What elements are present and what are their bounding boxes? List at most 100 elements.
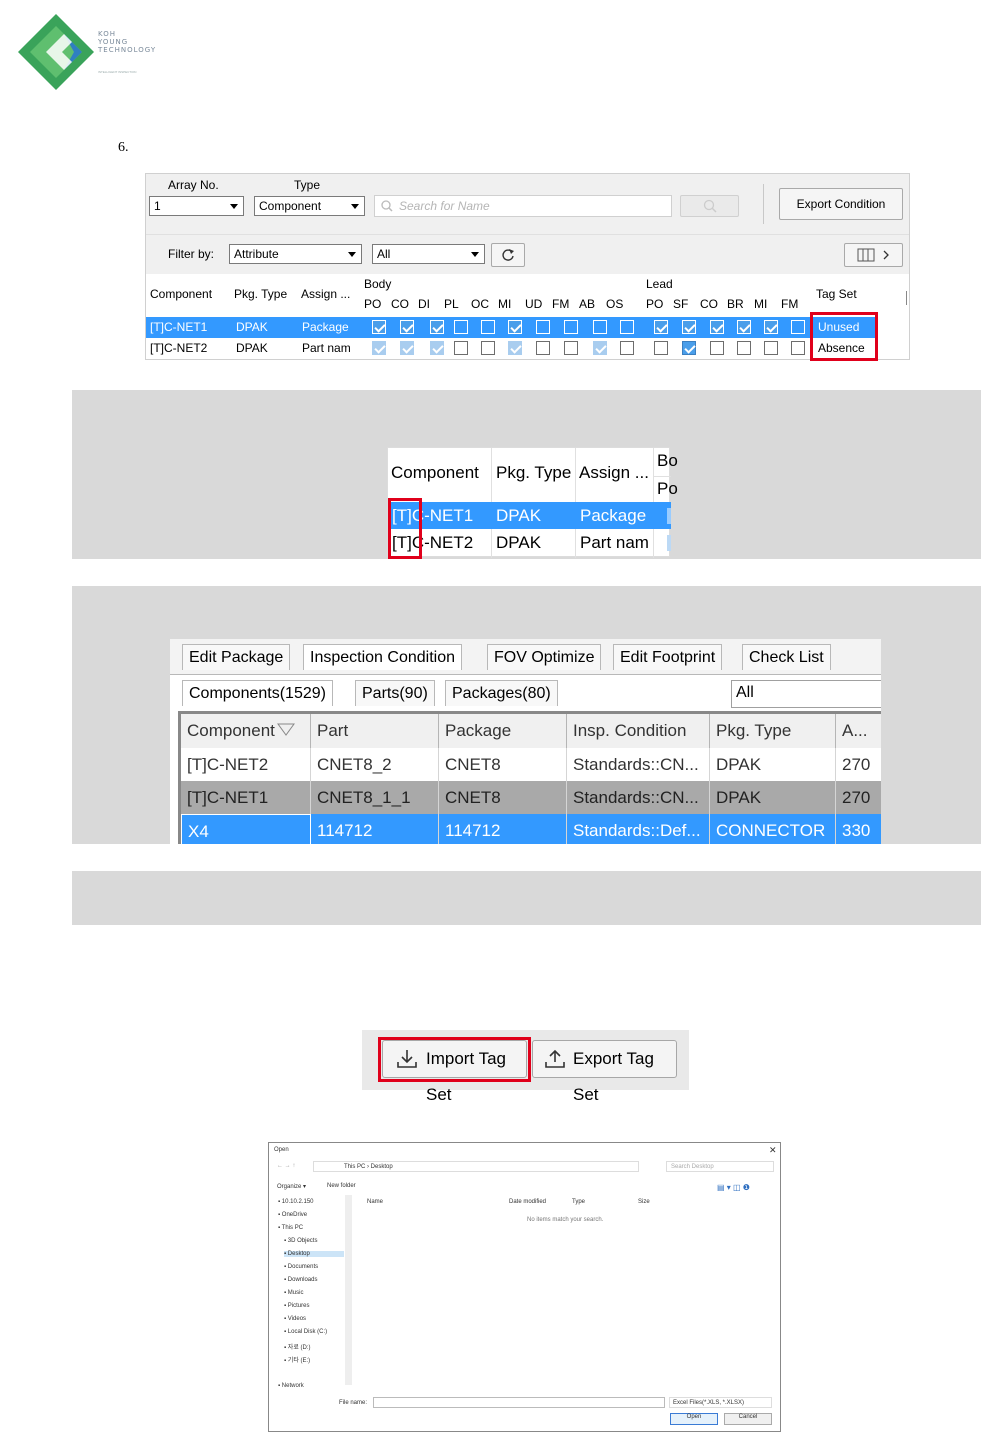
body-checkbox[interactable] (372, 320, 386, 334)
nav-item[interactable]: ▪ 10.10.2.150 (278, 1199, 314, 1205)
export-condition-button[interactable]: Export Condition (779, 188, 903, 220)
col-package[interactable]: Package (439, 714, 567, 748)
column-chooser-button[interactable] (844, 243, 903, 267)
col-group-lead: Lead (646, 277, 673, 291)
cancel-button[interactable]: Cancel (724, 1413, 772, 1425)
body-checkbox[interactable] (620, 320, 634, 334)
logo-tagline: INTELLIGENT INSPECTION (98, 70, 137, 74)
body-checkbox[interactable] (400, 341, 414, 355)
nav-item[interactable]: ▪ Local Disk (C:) (284, 1329, 327, 1335)
lead-checkbox[interactable] (737, 341, 751, 355)
new-folder-button[interactable]: New folder (327, 1183, 356, 1189)
col-body-fm: FM (552, 297, 570, 311)
col-part[interactable]: Part (311, 714, 439, 748)
table-cell: DPAK (710, 748, 836, 781)
tab-edit-package[interactable]: Edit Package (182, 644, 291, 670)
body-checkbox[interactable] (620, 341, 634, 355)
col-angle[interactable]: A... (836, 714, 881, 748)
nav-item[interactable]: ▪ Documents (284, 1264, 318, 1270)
search-input[interactable]: Search for Name (374, 195, 672, 217)
nav-item[interactable]: ▪ Music (284, 1290, 303, 1296)
logo-text: KOH YOUNG TECHNOLOGY (98, 30, 157, 54)
open-button[interactable]: Open (670, 1413, 718, 1425)
nav-item[interactable]: ▪ 자료 (D:) (284, 1342, 311, 1351)
col-insp-condition[interactable]: Insp. Condition (567, 714, 710, 748)
nav-item[interactable]: ▪ 3D Objects (284, 1238, 317, 1244)
filter-select[interactable]: Attribute (229, 244, 362, 264)
view-options-icon[interactable]: ▤ ▾ ◫ ❶ (717, 1183, 750, 1192)
col-name[interactable]: Name (367, 1199, 383, 1205)
body-checkbox[interactable] (508, 320, 522, 334)
tab-inspection-condition[interactable]: Inspection Condition (303, 644, 462, 670)
col-type[interactable]: Type (572, 1199, 585, 1205)
nav-item[interactable]: ▪ 기타 (E:) (284, 1355, 310, 1364)
nav-scrollbar[interactable] (345, 1195, 352, 1385)
array-no-select[interactable]: 1 (149, 196, 244, 216)
body-checkbox[interactable] (564, 320, 578, 334)
col-size[interactable]: Size (638, 1199, 650, 1205)
body-checkbox[interactable] (593, 341, 607, 355)
lead-checkbox[interactable] (791, 341, 805, 355)
tab-check-list[interactable]: Check List (742, 644, 831, 670)
nav-item[interactable]: ▪ This PC (278, 1225, 303, 1231)
body-checkbox[interactable] (430, 320, 444, 334)
export-tag-set-button[interactable]: Export Tag Set (532, 1040, 677, 1104)
body-checkbox[interactable] (593, 320, 607, 334)
lead-checkbox[interactable] (682, 341, 696, 355)
body-checkbox[interactable] (481, 320, 495, 334)
component-grid: Component Pkg. Type Assign ... Body Lead… (146, 274, 909, 361)
lead-checkbox[interactable] (682, 320, 696, 334)
col-body-co: CO (391, 297, 409, 311)
lead-checkbox[interactable] (654, 341, 668, 355)
body-checkbox[interactable] (454, 320, 468, 334)
file-name-input[interactable] (373, 1397, 665, 1408)
lead-checkbox[interactable] (764, 341, 778, 355)
table-cell: CNET8_2 (311, 748, 439, 781)
search-icon (703, 199, 717, 213)
table-cell: CONNECTOR (710, 814, 836, 844)
organize-button[interactable]: Organize ▾ (277, 1183, 306, 1190)
search-input[interactable]: Search Desktop (666, 1161, 774, 1172)
address-bar[interactable]: This PC › Desktop (313, 1161, 639, 1172)
search-button[interactable] (680, 195, 739, 217)
nav-arrows-icon[interactable]: ← → ↑ (277, 1163, 295, 1169)
lead-checkbox[interactable] (710, 341, 724, 355)
tab-parts[interactable]: Parts(90) (355, 680, 435, 706)
type-select[interactable]: Component (254, 196, 365, 216)
col-pkg-type[interactable]: Pkg. Type (710, 714, 836, 748)
close-icon[interactable]: ✕ (769, 1145, 777, 1156)
lead-checkbox[interactable] (710, 320, 724, 334)
body-checkbox[interactable] (564, 341, 578, 355)
file-type-select[interactable]: Excel Files(*.XLS, *.XLSX) (669, 1397, 772, 1408)
filter-value-select[interactable]: All (372, 244, 485, 264)
body-checkbox[interactable] (454, 341, 468, 355)
body-checkbox[interactable] (536, 320, 550, 334)
lead-checkbox[interactable] (654, 320, 668, 334)
lead-checkbox[interactable] (737, 320, 751, 334)
nav-item[interactable]: ▪ Network (278, 1383, 304, 1389)
col-component[interactable]: Component (181, 714, 311, 748)
body-checkbox[interactable] (400, 320, 414, 334)
lead-checkbox[interactable] (791, 320, 805, 334)
chevron-down-icon (471, 252, 479, 257)
lead-checkbox[interactable] (764, 320, 778, 334)
divider (763, 184, 764, 224)
tab-packages[interactable]: Packages(80) (445, 680, 558, 706)
body-checkbox[interactable] (536, 341, 550, 355)
highlight-box (388, 498, 422, 559)
nav-item[interactable]: ▪ Videos (284, 1316, 306, 1322)
body-checkbox[interactable] (372, 341, 386, 355)
tab-fov-optimize[interactable]: FOV Optimize (487, 644, 602, 670)
tab-edit-footprint[interactable]: Edit Footprint (613, 644, 723, 670)
col-date[interactable]: Date modified (509, 1199, 546, 1205)
tab-components[interactable]: Components(1529) (182, 680, 333, 706)
body-checkbox[interactable] (508, 341, 522, 355)
body-checkbox[interactable] (481, 341, 495, 355)
refresh-button[interactable] (491, 243, 525, 267)
body-checkbox[interactable] (430, 341, 444, 355)
nav-item[interactable]: ▪ Desktop (284, 1251, 344, 1257)
filter-select[interactable]: All (731, 680, 881, 708)
nav-item[interactable]: ▪ Downloads (284, 1277, 317, 1283)
nav-item[interactable]: ▪ OneDrive (278, 1212, 307, 1218)
nav-item[interactable]: ▪ Pictures (284, 1303, 309, 1309)
